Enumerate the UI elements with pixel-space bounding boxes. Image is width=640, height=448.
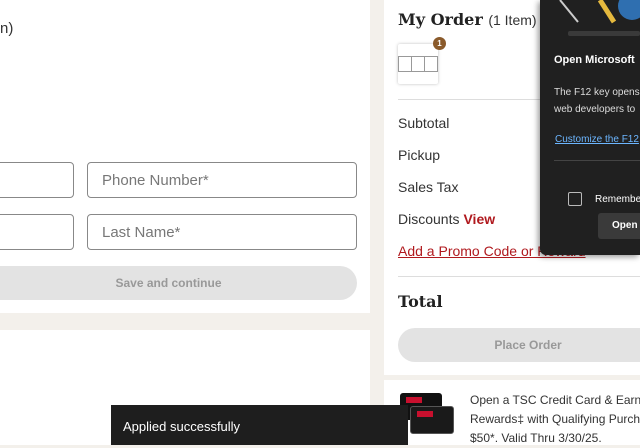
last-name-field[interactable]: Last Name* [87,214,357,250]
phone-number-field[interactable]: Phone Number* [87,162,357,198]
devtools-dialog: Open Microsoft The F12 key opens web dev… [540,0,640,255]
order-item-count: (1 Item) [488,12,537,28]
first-name-field[interactable] [0,162,74,198]
pickup-label: Pickup [398,147,441,163]
discounts-view-link[interactable]: View [463,211,495,227]
discounts-row: Discounts View [398,211,495,227]
total-label: Total [398,292,443,311]
discounts-label: Discounts [398,211,460,227]
devtools-description: The F12 key opens web developers to [554,84,640,118]
devtools-title: Open Microsoft [554,54,635,66]
phone-number-placeholder: Phone Number* [102,172,209,189]
customize-f12-link[interactable]: Customize the F12 [555,134,639,145]
divider [554,160,640,161]
order-title: My Order (1 Item) [398,10,537,29]
credit-card-promo-text: Open a TSC Credit Card & Earn Rewards‡ w… [470,391,640,448]
save-and-continue-label: Save and continue [115,276,222,290]
product-image [398,56,438,72]
place-order-label: Place Order [494,338,562,352]
card-logo-mark [406,397,422,403]
devtools-illustration [559,0,640,36]
toast-notification: Applied successfully [111,405,408,445]
tsc-credit-card-image [410,406,454,434]
sales-tax-label: Sales Tax [398,179,459,195]
promo-line: $50*. Valid Thru 3/30/25. [470,431,602,445]
card-logo-mark [417,411,433,417]
quantity-badge: 1 [433,37,446,50]
divider [398,276,640,277]
order-title-text: My Order [398,10,483,29]
save-and-continue-button[interactable]: Save and continue [0,266,357,300]
devtools-desc-line: The F12 key opens [554,87,640,98]
devtools-desc-line: web developers to [554,104,636,115]
email-field[interactable] [0,214,74,250]
place-order-button[interactable]: Place Order [398,328,640,362]
last-name-placeholder: Last Name* [102,224,181,241]
toast-message: Applied successfully [123,419,241,434]
subtotal-label: Subtotal [398,115,450,131]
promo-line: Rewards‡ with Qualifying Purch [470,412,640,426]
remember-checkbox[interactable] [568,192,582,206]
remember-label: Remember [595,194,640,205]
promo-line: Open a TSC Credit Card & Earn [470,393,640,407]
form-text-fragment: n) [0,20,14,37]
open-devtools-button[interactable]: Open [598,213,640,239]
product-thumbnail[interactable] [398,44,438,84]
